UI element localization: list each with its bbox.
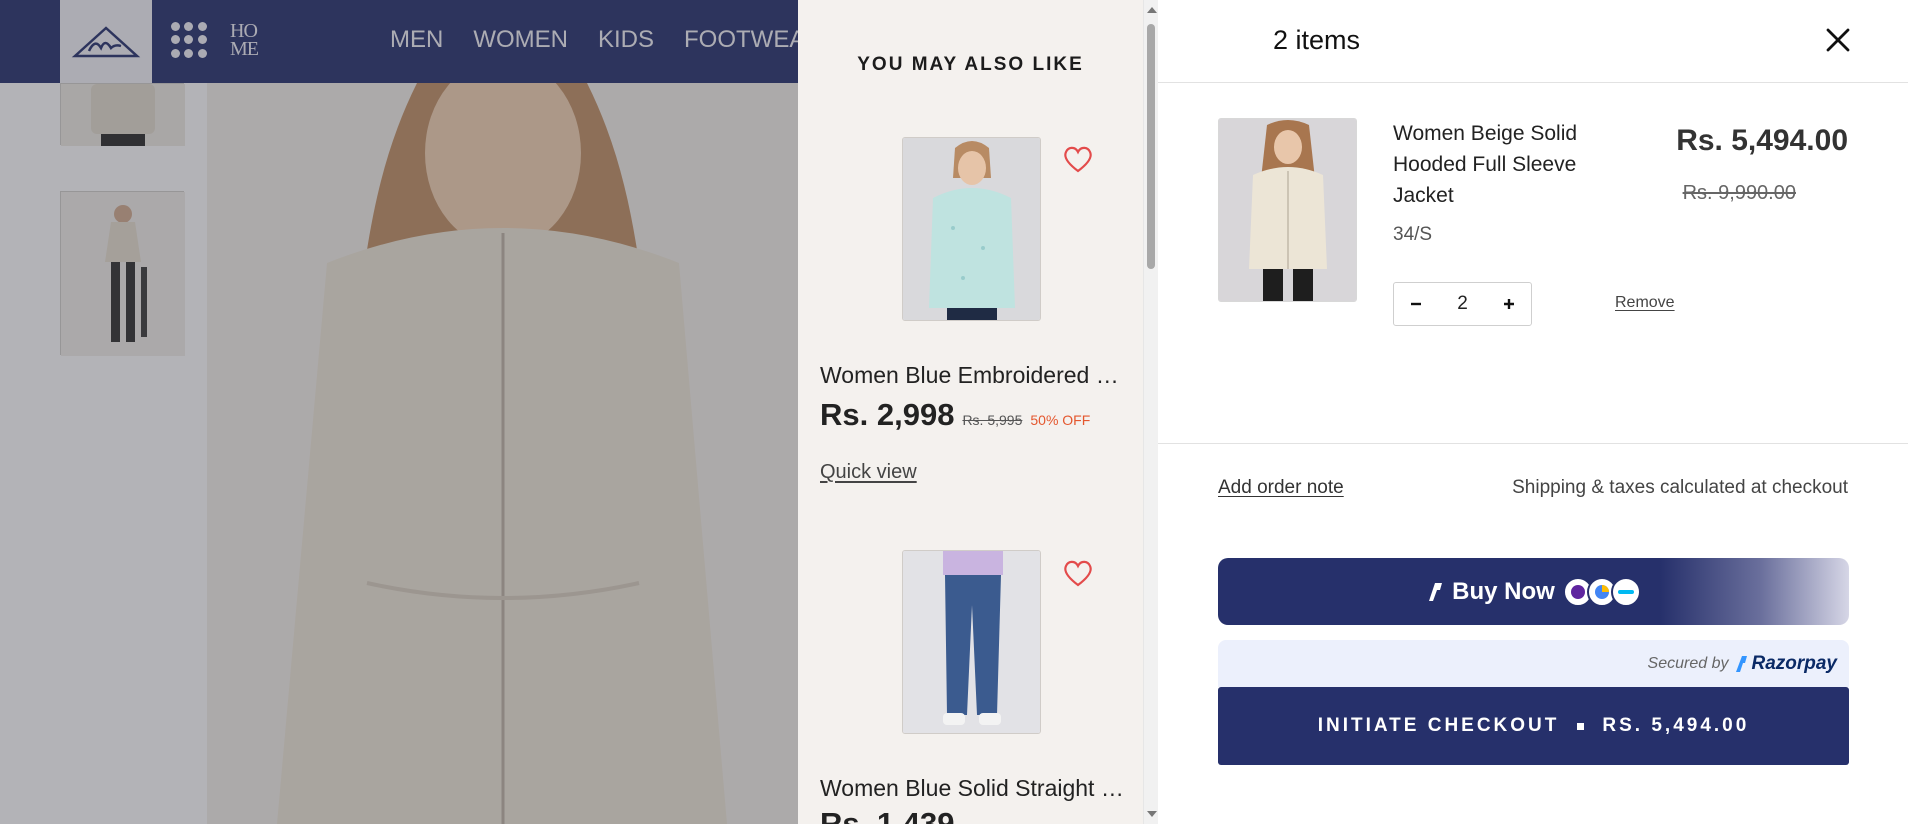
- cart-item-price: Rs. 5,494.00: [1676, 124, 1848, 157]
- scroll-down-arrow-icon[interactable]: [1147, 811, 1157, 817]
- recommendation-price-row: Rs. 2,998 Rs. 5,995 50% OFF: [820, 397, 1090, 433]
- cart-footer: Add order note Shipping & taxes calculat…: [1158, 443, 1908, 824]
- cart-item-count: 2 items: [1273, 25, 1361, 55]
- recommendations-panel: YOU MAY ALSO LIKE Women Blue Embroidered…: [798, 0, 1143, 824]
- plus-icon: [1504, 299, 1514, 309]
- recommendations-scrollbar[interactable]: [1143, 0, 1158, 824]
- initiate-checkout-button[interactable]: INITIATE CHECKOUT RS. 5,494.00: [1218, 687, 1849, 765]
- secured-by-label: Secured by: [1647, 655, 1729, 672]
- recommendation-discount: 50% OFF: [1030, 412, 1091, 428]
- cart-drawer: 2 items Women Beige Solid Hooded Full Sl…: [1158, 0, 1908, 824]
- close-icon[interactable]: [1823, 25, 1853, 55]
- cart-line-item: Women Beige Solid Hooded Full Sleeve Jac…: [1218, 118, 1848, 338]
- recommendation-image[interactable]: [902, 550, 1041, 734]
- recommendation-name[interactable]: Women Blue Embroidered Round Neck Full S…: [820, 362, 1125, 389]
- payment-icons: [1562, 576, 1641, 607]
- add-order-note-link[interactable]: Add order note: [1218, 477, 1344, 499]
- recommendation-image[interactable]: [902, 137, 1041, 321]
- checkout-label: INITIATE CHECKOUT: [1317, 715, 1560, 736]
- separator-dot: [1577, 722, 1585, 730]
- recommendation-price: Rs. 1,439: [820, 806, 955, 824]
- cart-item-compare-price: Rs. 9,990.00: [1682, 182, 1796, 204]
- recommendation-price-row: Rs. 1,439: [820, 806, 954, 824]
- scroll-up-arrow-icon[interactable]: [1147, 7, 1157, 13]
- wishlist-heart-icon[interactable]: [1062, 558, 1094, 588]
- quick-view-link[interactable]: Quick view: [820, 461, 917, 484]
- drawer-backdrop[interactable]: [0, 0, 800, 824]
- buy-now-label: Buy Now: [1452, 577, 1555, 605]
- shipping-note: Shipping & taxes calculated at checkout: [1512, 477, 1848, 498]
- minus-icon: [1411, 302, 1421, 306]
- wishlist-heart-icon[interactable]: [1062, 144, 1094, 174]
- cart-item-title[interactable]: Women Beige Solid Hooded Full Sleeve Jac…: [1393, 118, 1593, 211]
- increase-quantity-button[interactable]: [1487, 283, 1531, 325]
- recommendation-name[interactable]: Women Blue Solid Straight Fit Jeans: [820, 775, 1125, 802]
- razorpay-logo: Razorpay: [1734, 653, 1837, 675]
- quantity-input[interactable]: 2: [1438, 293, 1487, 315]
- cart-item-image[interactable]: [1218, 118, 1357, 302]
- remove-item-link[interactable]: Remove: [1615, 294, 1675, 312]
- paytm-icon: [1610, 576, 1641, 607]
- recommendation-price: Rs. 2,998: [820, 397, 955, 432]
- cart-header: 2 items: [1158, 0, 1908, 83]
- checkout-total: RS. 5,494.00: [1602, 715, 1750, 736]
- recommendations-title: YOU MAY ALSO LIKE: [857, 54, 1084, 75]
- recommendation-compare-price: Rs. 5,995: [962, 412, 1023, 428]
- buy-now-button[interactable]: Buy Now: [1218, 558, 1849, 625]
- secured-by-banner: Secured by Razorpay: [1218, 640, 1849, 687]
- razorpay-bolt-icon: [1429, 582, 1443, 601]
- quantity-stepper: 2: [1393, 282, 1532, 326]
- scroll-thumb[interactable]: [1147, 24, 1155, 269]
- razorpay-icon: [1736, 656, 1748, 672]
- decrease-quantity-button[interactable]: [1394, 283, 1438, 325]
- cart-item-variant: 34/S: [1393, 224, 1433, 245]
